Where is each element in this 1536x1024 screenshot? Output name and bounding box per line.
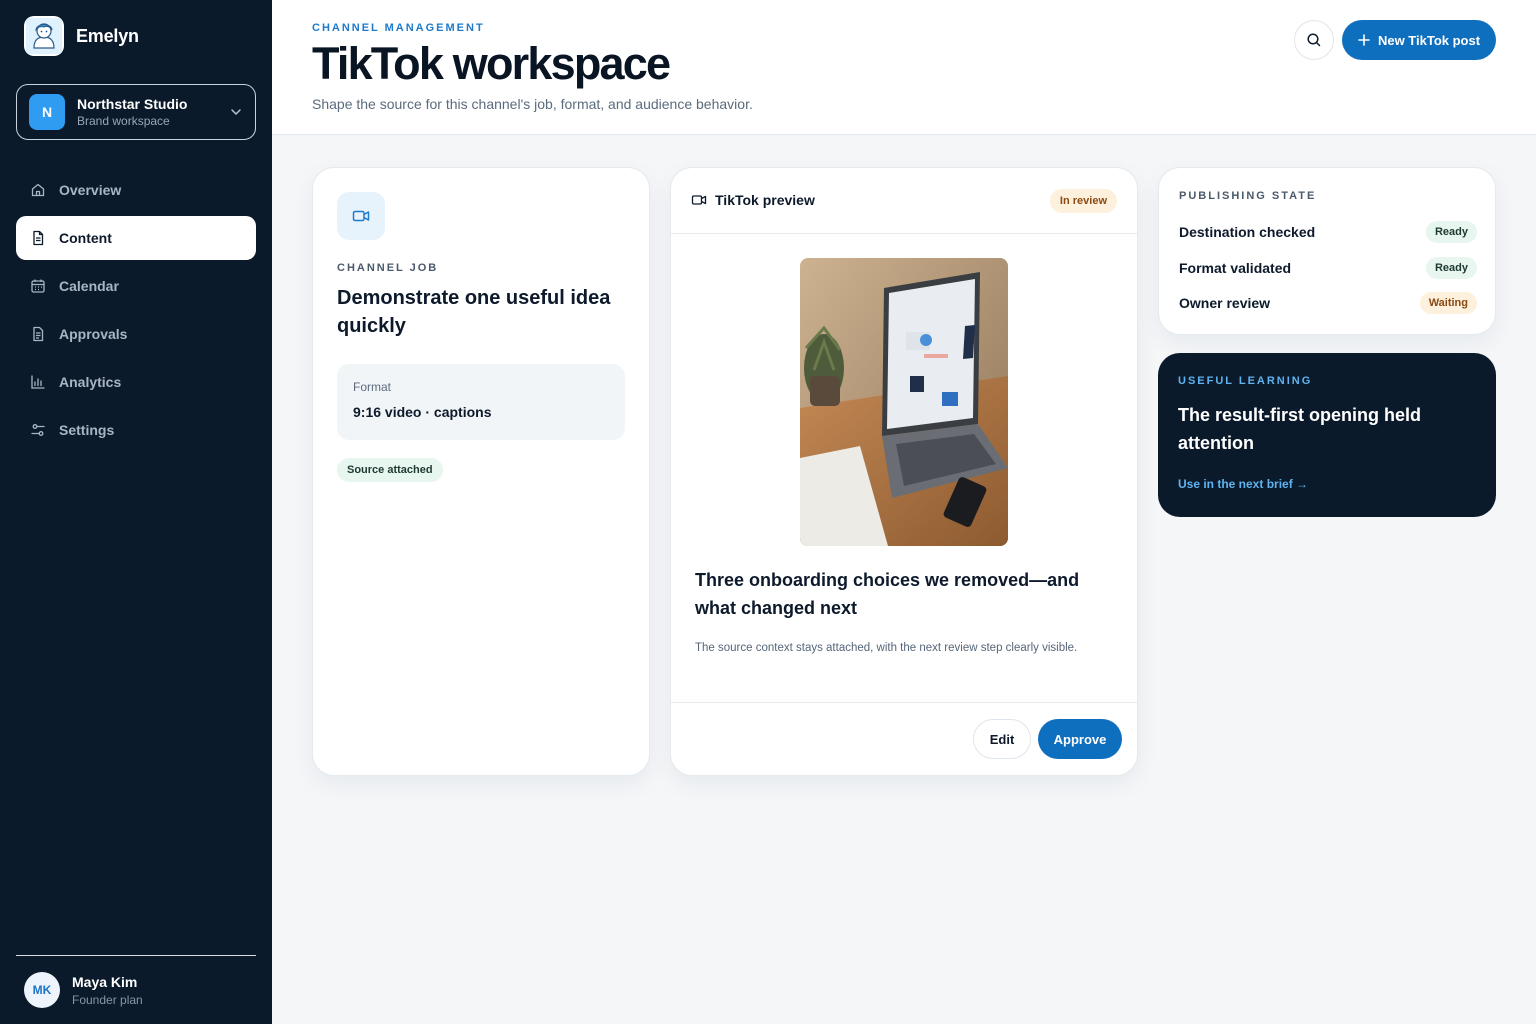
edit-button[interactable]: Edit (973, 719, 1031, 759)
state-row-destination: Destination checked Ready (1179, 221, 1477, 243)
sidebar-item-label: Settings (59, 422, 115, 438)
channel-job-label: CHANNEL JOB (337, 262, 439, 274)
new-post-button[interactable]: New TikTok post (1342, 20, 1496, 60)
page-subtitle: Shape the source for this channel's job,… (312, 96, 753, 112)
format-box: Format 9:16 video · captions (337, 364, 625, 440)
search-button[interactable] (1294, 20, 1334, 60)
sidebar-item-label: Calendar (59, 278, 119, 294)
preview-title: TikTok preview (715, 192, 815, 208)
brand[interactable]: Emelyn (24, 16, 139, 56)
format-value: 9:16 video · captions (353, 404, 492, 420)
workspace-name: Northstar Studio (77, 96, 188, 112)
user-profile[interactable]: MK Maya Kim Founder plan (24, 972, 143, 1008)
sidebar-item-settings[interactable]: Settings (16, 408, 256, 452)
preview-footer-divider (671, 702, 1137, 703)
sidebar-nav: Overview Content Calendar Approvals Anal… (16, 168, 256, 456)
plus-icon (1358, 34, 1370, 46)
avatar: MK (24, 972, 60, 1008)
page-eyebrow: CHANNEL MANAGEMENT (312, 22, 485, 34)
sidebar-item-approvals[interactable]: Approvals (16, 312, 256, 356)
calendar-icon (31, 279, 45, 293)
approve-button[interactable]: Approve (1038, 719, 1122, 759)
publishing-state-card: PUBLISHING STATE Destination checked Rea… (1158, 167, 1496, 335)
state-name: Format validated (1179, 260, 1292, 276)
home-icon (31, 183, 45, 197)
preview-header: TikTok preview In review (671, 168, 1137, 234)
video-camera-icon (691, 195, 707, 205)
workspace-subtitle: Brand workspace (77, 114, 170, 128)
video-camera-icon (337, 192, 385, 240)
sidebar-item-label: Analytics (59, 374, 122, 390)
brand-logo-icon (24, 16, 64, 56)
sliders-icon (31, 424, 45, 436)
user-plan: Founder plan (72, 992, 143, 1007)
sidebar: Emelyn N Northstar Studio Brand workspac… (0, 0, 272, 1024)
state-name: Owner review (1179, 295, 1271, 311)
sidebar-item-content[interactable]: Content (16, 216, 256, 260)
publishing-state-label: PUBLISHING STATE (1179, 190, 1317, 202)
document-icon (33, 230, 44, 246)
clipboard-icon (33, 326, 44, 342)
sidebar-item-label: Overview (59, 182, 122, 198)
sidebar-item-label: Content (59, 230, 112, 246)
post-description: The source context stays attached, with … (695, 642, 1078, 654)
chevron-down-icon (231, 109, 241, 116)
sidebar-divider (16, 955, 256, 956)
status-badge: Ready (1425, 221, 1477, 243)
sidebar-item-overview[interactable]: Overview (16, 168, 256, 212)
state-row-owner-review: Owner review Waiting (1179, 292, 1477, 314)
workspace-avatar: N (29, 94, 65, 130)
useful-learning-label: USEFUL LEARNING (1178, 375, 1313, 387)
page-header: CHANNEL MANAGEMENT TikTok workspace Shap… (272, 0, 1536, 135)
use-in-brief-link[interactable]: Use in the next brief → (1178, 477, 1308, 491)
format-label: Format (353, 380, 392, 394)
status-badge: Waiting (1419, 292, 1477, 314)
status-badge: Ready (1425, 257, 1477, 279)
new-post-label: New TikTok post (1377, 32, 1481, 48)
user-name: Maya Kim (72, 973, 138, 990)
channel-job-title: Demonstrate one useful idea quickly (337, 287, 611, 337)
sidebar-item-calendar[interactable]: Calendar (16, 264, 256, 308)
sidebar-item-label: Approvals (59, 326, 128, 342)
laptop-photo-image (800, 258, 1008, 546)
status-badge: In review (1049, 189, 1117, 213)
workspace-switcher[interactable]: N Northstar Studio Brand workspace (16, 84, 256, 140)
state-row-format: Format validated Ready (1179, 257, 1477, 279)
search-icon (1307, 33, 1321, 47)
sidebar-item-analytics[interactable]: Analytics (16, 360, 256, 404)
tiktok-preview-card: TikTok preview In review Three onboardin… (670, 167, 1138, 776)
bar-chart-icon (31, 375, 45, 389)
useful-learning-title: The result-first opening held attention (1178, 405, 1422, 453)
useful-learning-card: USEFUL LEARNING The result-first opening… (1158, 353, 1496, 517)
page-title: TikTok workspace (312, 38, 671, 89)
state-name: Destination checked (1179, 224, 1316, 240)
post-title: Three onboarding choices we removed—and … (695, 570, 1080, 618)
brand-name: Emelyn (76, 25, 139, 46)
source-attached-badge: Source attached (337, 458, 443, 482)
channel-job-card: CHANNEL JOB Demonstrate one useful idea … (312, 167, 650, 776)
